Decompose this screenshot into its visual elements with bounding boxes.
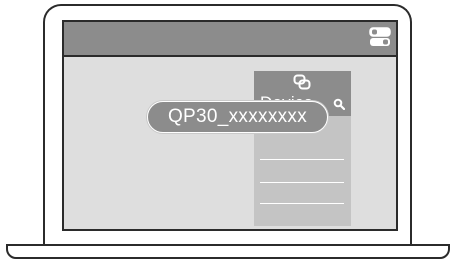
list-divider: [260, 182, 344, 183]
laptop-base: [6, 244, 450, 259]
laptop-illustration: Device QP30_xxxxxxxx: [0, 0, 456, 266]
search-icon[interactable]: [333, 98, 345, 110]
list-divider: [260, 203, 344, 204]
device-panel: Device: [254, 71, 351, 226]
toggle-settings-icon[interactable]: [369, 26, 391, 48]
list-divider: [260, 159, 344, 160]
app-titlebar: [64, 22, 396, 57]
selected-device-item[interactable]: QP30_xxxxxxxx: [147, 101, 328, 133]
link-icon: [293, 74, 311, 90]
